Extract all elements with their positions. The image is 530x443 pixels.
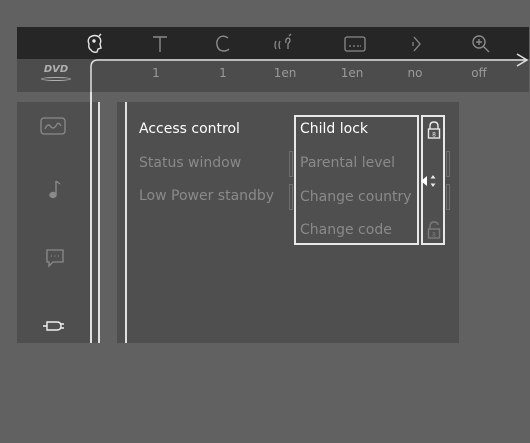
option-parental-level[interactable]: Parental level [300,155,395,171]
option-change-code[interactable]: Change code [300,222,392,238]
setting-access-control[interactable]: Access control [139,121,240,137]
sidebar-divider-right [98,102,100,343]
option-child-lock[interactable]: Child lock [300,121,368,137]
language-icon[interactable] [40,246,70,270]
sidebar-divider [90,92,92,343]
lock-closed-icon[interactable]: 8 [426,120,442,140]
svg-text:8: 8 [432,232,436,239]
bracket-right [446,151,450,177]
category-sidebar [17,102,98,343]
navigation-arrows-icon [421,175,436,187]
lock-open-icon[interactable]: 8 [426,220,442,240]
picture-icon[interactable] [38,114,68,138]
sound-icon[interactable] [40,178,70,202]
option-change-country[interactable]: Change country [300,189,412,205]
features-icon[interactable] [38,314,68,338]
svg-text:8: 8 [432,132,436,139]
bracket-left [289,151,293,177]
setting-low-power-standby[interactable]: Low Power standby [139,188,274,204]
bracket-left [289,184,293,210]
setting-status-window[interactable]: Status window [139,155,241,171]
settings-divider [125,102,127,343]
bracket-right [446,184,450,210]
